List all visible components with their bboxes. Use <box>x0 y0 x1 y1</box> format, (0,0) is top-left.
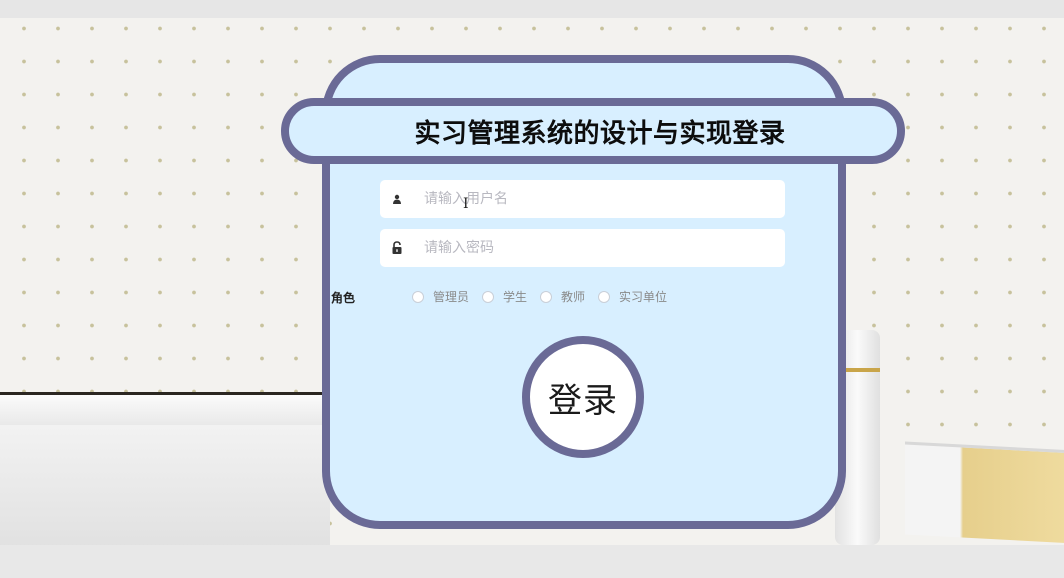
background-shelf <box>0 392 330 428</box>
password-input[interactable] <box>422 239 766 257</box>
role-option-label: 教师 <box>561 290 586 304</box>
username-field[interactable] <box>380 180 785 218</box>
role-option-student[interactable]: 学生 <box>482 288 527 305</box>
login-button-label: 登录 <box>548 380 618 421</box>
role-option-label: 学生 <box>503 290 528 304</box>
role-option-label: 管理员 <box>433 290 470 304</box>
role-option-label: 实习单位 <box>619 290 668 304</box>
role-option-admin[interactable]: 管理员 <box>412 288 469 305</box>
radio-button[interactable] <box>598 290 611 303</box>
password-field[interactable] <box>380 229 785 267</box>
username-input[interactable] <box>422 190 766 208</box>
radio-button[interactable] <box>412 290 424 303</box>
text-cursor-icon: I <box>463 196 469 212</box>
role-radio-group: 管理员 学生 教师 实习单位 <box>412 288 680 305</box>
role-option-teacher[interactable]: 教师 <box>540 288 585 305</box>
role-label: 角色 <box>331 291 356 305</box>
login-button[interactable]: 登录 <box>522 336 644 458</box>
background-floor <box>0 545 1064 578</box>
radio-button[interactable] <box>482 290 495 303</box>
lock-icon <box>382 229 412 267</box>
user-icon <box>382 180 412 218</box>
background-gift-box <box>905 441 1064 544</box>
page-title: 实习管理系统的设计与实现登录 <box>414 118 786 149</box>
radio-button[interactable] <box>540 290 553 303</box>
top-edge <box>0 0 1064 18</box>
role-option-company[interactable]: 实习单位 <box>598 288 667 305</box>
title-banner: 实习管理系统的设计与实现登录 <box>281 98 905 164</box>
